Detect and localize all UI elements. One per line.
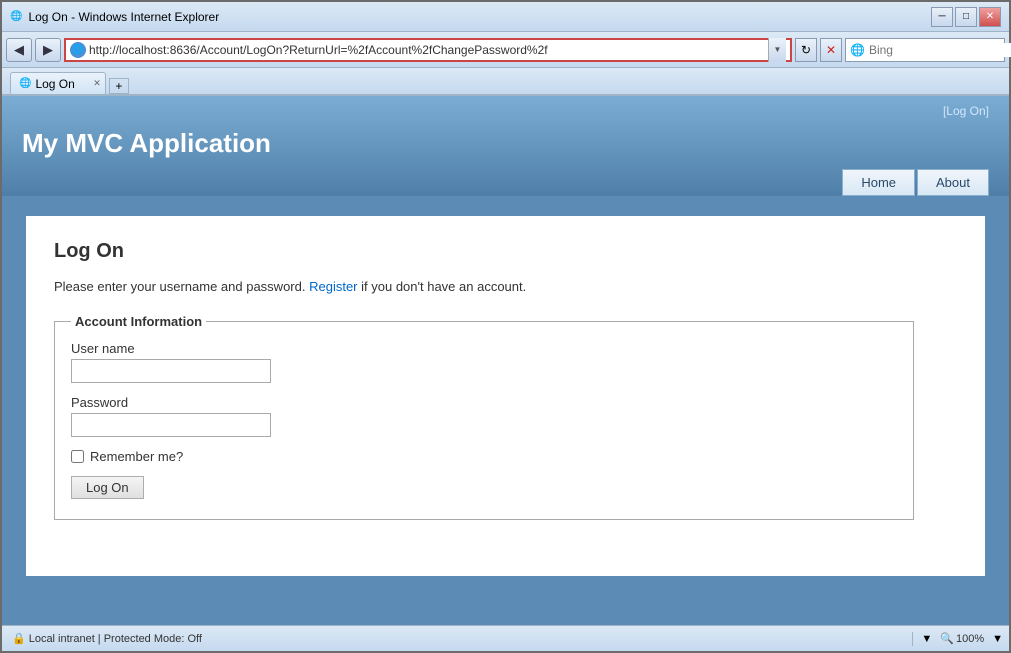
intro-text-after: if you don't have an account.	[361, 279, 526, 294]
security-info: 🔒 Local intranet | Protected Mode: Off	[12, 632, 202, 645]
zoom-down-button[interactable]: ▼	[921, 633, 932, 645]
title-bar: 🌐 Log On - Windows Internet Explorer ─ □…	[2, 2, 1009, 32]
address-bar: 🌐 ▼	[64, 38, 792, 62]
site-content: Log On Please enter your username and pa…	[2, 196, 1009, 625]
logon-submit-button[interactable]: Log On	[71, 476, 144, 499]
webpage: [ Log On ] My MVC Application Home About…	[2, 96, 1009, 625]
site-header: [ Log On ] My MVC Application Home About	[2, 96, 1009, 196]
browser-icon: 🌐	[10, 11, 22, 22]
username-input[interactable]	[71, 359, 271, 383]
zoom-display: 🔍 100%	[940, 632, 984, 645]
tabs-bar: 🌐 Log On ✕ +	[2, 68, 1009, 96]
close-button[interactable]: ✕	[979, 7, 1001, 27]
site-nav: Home About	[22, 169, 989, 196]
address-bar-container: 🌐 ▼ ↻ ✕	[64, 38, 842, 62]
password-label: Password	[71, 395, 897, 410]
register-link[interactable]: Register	[309, 279, 357, 294]
title-bar-buttons: ─ □ ✕	[931, 7, 1001, 27]
username-field: User name	[71, 341, 897, 383]
search-input[interactable]	[869, 43, 1011, 57]
zoom-down-arrow-button[interactable]: ▼	[992, 633, 1003, 645]
search-bar: 🌐 🔍	[845, 38, 1005, 62]
nav-bar: ◀ ▶ 🌐 ▼ ↻ ✕ 🌐 🔍	[2, 32, 1009, 68]
header-logon-link[interactable]: Log On	[946, 104, 985, 118]
browser-window: 🌐 Log On - Windows Internet Explorer ─ □…	[0, 0, 1011, 653]
security-icon: 🔒	[12, 632, 26, 645]
page-heading: Log On	[54, 240, 957, 263]
status-divider-1	[912, 632, 913, 646]
nav-about-button[interactable]: About	[917, 169, 989, 196]
remember-label: Remember me?	[90, 449, 183, 464]
intro-text-before: Please enter your username and password.	[54, 279, 309, 294]
password-input[interactable]	[71, 413, 271, 437]
forward-button[interactable]: ▶	[35, 38, 61, 62]
remember-checkbox[interactable]	[71, 450, 84, 463]
remember-row: Remember me?	[71, 449, 897, 464]
tab-icon: 🌐	[19, 78, 31, 89]
username-label: User name	[71, 341, 897, 356]
page-icon: 🌐	[70, 42, 86, 58]
restore-button[interactable]: □	[955, 7, 977, 27]
address-input[interactable]	[89, 43, 768, 57]
site-title: My MVC Application	[22, 122, 989, 169]
tab-label: Log On	[35, 77, 74, 91]
fieldset-legend: Account Information	[71, 314, 206, 329]
content-box: Log On Please enter your username and pa…	[26, 216, 985, 576]
search-engine-label: 🌐	[850, 43, 865, 57]
intro-paragraph: Please enter your username and password.…	[54, 279, 957, 294]
refresh-button[interactable]: ↻	[795, 38, 817, 62]
password-field: Password	[71, 395, 897, 437]
minimize-button[interactable]: ─	[931, 7, 953, 27]
header-logon-bracket-close: ]	[986, 104, 989, 118]
title-bar-text: Log On - Windows Internet Explorer	[28, 10, 925, 24]
account-fieldset: Account Information User name Password R…	[54, 314, 914, 520]
zoom-text: 100%	[956, 633, 984, 645]
nav-home-button[interactable]: Home	[842, 169, 915, 196]
status-right: ▼ 🔍 100% ▼	[912, 632, 1003, 646]
back-button[interactable]: ◀	[6, 38, 32, 62]
zoom-icon: 🔍	[940, 632, 954, 645]
security-text: Local intranet | Protected Mode: Off	[29, 633, 202, 645]
active-tab[interactable]: 🌐 Log On ✕	[10, 72, 106, 94]
tab-close-button[interactable]: ✕	[93, 78, 101, 89]
address-dropdown-button[interactable]: ▼	[768, 38, 786, 62]
status-bar: 🔒 Local intranet | Protected Mode: Off ▼…	[2, 625, 1009, 651]
new-tab-button[interactable]: +	[109, 78, 129, 94]
stop-button[interactable]: ✕	[820, 38, 842, 62]
header-top: [ Log On ]	[22, 96, 989, 122]
